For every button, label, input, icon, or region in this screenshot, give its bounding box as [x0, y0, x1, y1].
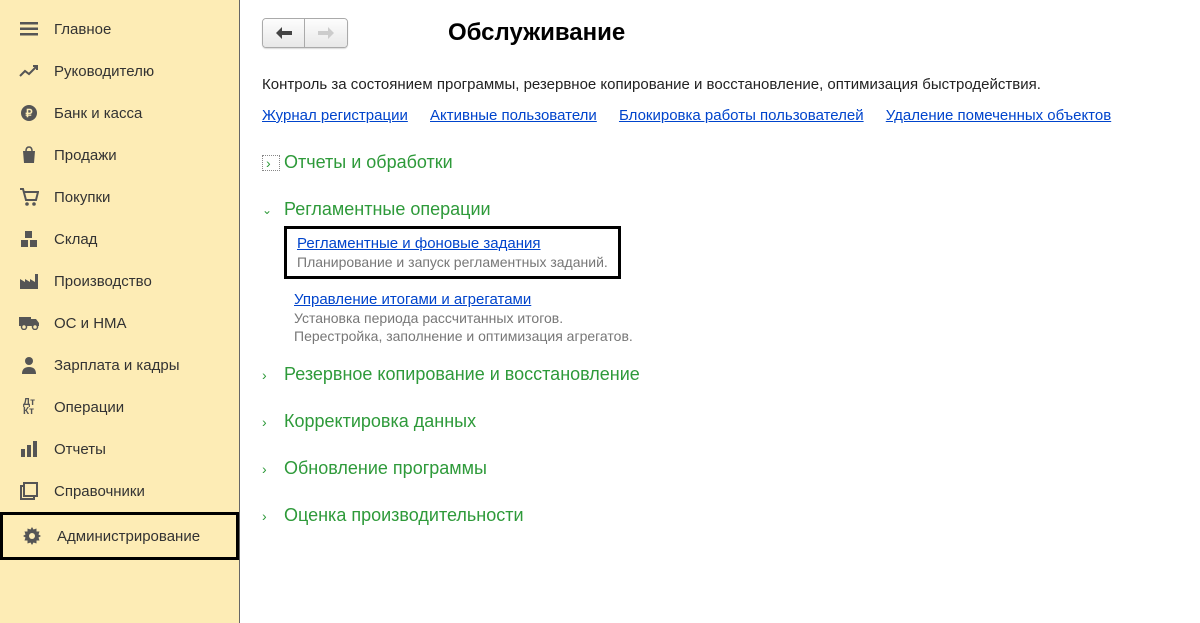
section-backup: › Резервное копирование и восстановление — [262, 358, 1178, 391]
books-icon — [18, 480, 40, 502]
dtkt-icon: ДтКт — [18, 396, 40, 418]
link-block-users[interactable]: Блокировка работы пользователей — [619, 107, 864, 124]
chevron-down-icon: ⌄ — [262, 203, 280, 217]
sidebar-item-reports[interactable]: Отчеты — [0, 428, 239, 470]
sidebar-item-sales[interactable]: Продажи — [0, 134, 239, 176]
sidebar-item-label: Банк и касса — [54, 105, 142, 122]
factory-icon — [18, 270, 40, 292]
sidebar-item-label: Операции — [54, 399, 124, 416]
section-body-scheduled: Регламентные и фоновые задания Планирова… — [262, 226, 1178, 344]
section-header-update[interactable]: › Обновление программы — [262, 452, 1178, 485]
section-scheduled: ⌄ Регламентные операции Регламентные и ф… — [262, 193, 1178, 344]
chevron-right-icon: › — [262, 367, 280, 383]
sidebar-item-hr[interactable]: Зарплата и кадры — [0, 344, 239, 386]
back-button[interactable] — [263, 19, 305, 47]
section-header-backup[interactable]: › Резервное копирование и восстановление — [262, 358, 1178, 391]
section-title: Оценка производительности — [284, 505, 524, 526]
menu-icon — [18, 18, 40, 40]
svg-text:₽: ₽ — [26, 108, 33, 120]
link-totals-aggregates[interactable]: Управление итогами и агрегатами — [294, 291, 531, 308]
sidebar-item-label: Главное — [54, 21, 111, 38]
sidebar-item-main[interactable]: Главное — [0, 8, 239, 50]
sidebar-item-assets[interactable]: ОС и НМА — [0, 302, 239, 344]
section-title: Обновление программы — [284, 458, 487, 479]
sidebar-item-purchases[interactable]: Покупки — [0, 176, 239, 218]
bag-icon — [18, 144, 40, 166]
section-title: Резервное копирование и восстановление — [284, 364, 640, 385]
section-title: Отчеты и обработки — [284, 152, 453, 173]
person-icon — [18, 354, 40, 376]
quick-links: Журнал регистрации Активные пользователи… — [262, 107, 1178, 124]
sidebar-item-label: Зарплата и кадры — [54, 357, 180, 374]
gear-icon — [21, 525, 43, 547]
link-scheduled-jobs[interactable]: Регламентные и фоновые задания — [297, 235, 541, 252]
sidebar-item-label: Администрирование — [57, 528, 200, 545]
section-header-perf[interactable]: › Оценка производительности — [262, 499, 1178, 532]
page-title: Обслуживание — [448, 19, 625, 47]
sidebar-item-label: Покупки — [54, 189, 110, 206]
chevron-right-icon: › — [262, 508, 280, 524]
link-event-log[interactable]: Журнал регистрации — [262, 107, 408, 124]
sidebar-item-label: Справочники — [54, 483, 145, 500]
section-header-reports[interactable]: › Отчеты и обработки — [262, 146, 1178, 179]
sidebar-item-label: Руководителю — [54, 63, 154, 80]
desc-scheduled-jobs: Планирование и запуск регламентных задан… — [297, 254, 608, 270]
chevron-right-icon: › — [262, 155, 280, 171]
bar-chart-icon — [18, 438, 40, 460]
sidebar-item-label: Продажи — [54, 147, 117, 164]
sidebar-item-admin[interactable]: Администрирование — [0, 512, 239, 560]
sidebar: Главное Руководителю ₽ Банк и касса Прод… — [0, 0, 240, 623]
sidebar-item-label: Производство — [54, 273, 152, 290]
truck-icon — [18, 312, 40, 334]
sidebar-item-catalogs[interactable]: Справочники — [0, 470, 239, 512]
sidebar-item-label: Склад — [54, 231, 97, 248]
sidebar-item-label: ОС и НМА — [54, 315, 127, 332]
chevron-right-icon: › — [262, 414, 280, 430]
sidebar-item-warehouse[interactable]: Склад — [0, 218, 239, 260]
section-perf: › Оценка производительности — [262, 499, 1178, 532]
highlighted-item: Регламентные и фоновые задания Планирова… — [284, 226, 621, 279]
page-description: Контроль за состоянием программы, резерв… — [262, 76, 1178, 93]
section-header-correction[interactable]: › Корректировка данных — [262, 405, 1178, 438]
sidebar-item-label: Отчеты — [54, 441, 106, 458]
link-active-users[interactable]: Активные пользователи — [430, 107, 597, 124]
boxes-icon — [18, 228, 40, 250]
main-content: Обслуживание Контроль за состоянием прог… — [240, 0, 1200, 623]
forward-button[interactable] — [305, 19, 347, 47]
section-update: › Обновление программы — [262, 452, 1178, 485]
section-header-scheduled[interactable]: ⌄ Регламентные операции — [262, 193, 1178, 226]
desc-totals-2: Перестройка, заполнение и оптимизация аг… — [294, 328, 1178, 344]
nav-buttons — [262, 18, 348, 48]
desc-totals-1: Установка периода рассчитанных итогов. — [294, 310, 1178, 326]
section-reports: › Отчеты и обработки — [262, 146, 1178, 179]
section-correction: › Корректировка данных — [262, 405, 1178, 438]
sub-block-totals: Управление итогами и агрегатами Установк… — [294, 291, 1178, 344]
sidebar-item-production[interactable]: Производство — [0, 260, 239, 302]
section-title: Корректировка данных — [284, 411, 476, 432]
link-delete-marked[interactable]: Удаление помеченных объектов — [886, 107, 1111, 124]
sidebar-item-bank[interactable]: ₽ Банк и касса — [0, 92, 239, 134]
sidebar-item-manager[interactable]: Руководителю — [0, 50, 239, 92]
sidebar-item-operations[interactable]: ДтКт Операции — [0, 386, 239, 428]
topbar: Обслуживание — [262, 18, 1178, 48]
ruble-icon: ₽ — [18, 102, 40, 124]
chart-up-icon — [18, 60, 40, 82]
section-title: Регламентные операции — [284, 199, 491, 220]
chevron-right-icon: › — [262, 461, 280, 477]
cart-icon — [18, 186, 40, 208]
